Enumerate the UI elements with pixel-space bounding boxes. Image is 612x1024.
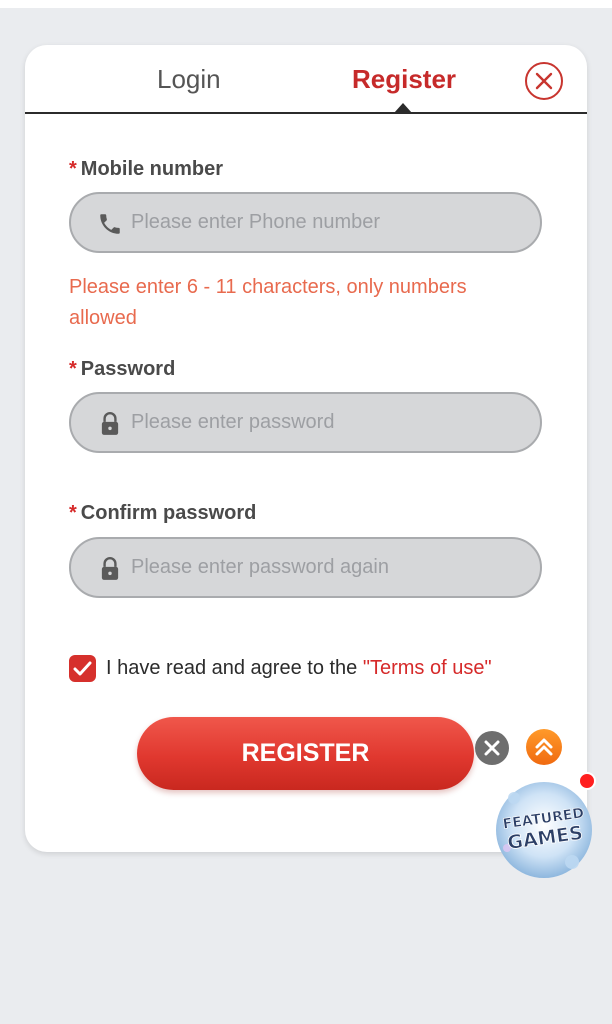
tab-register[interactable]: Register	[352, 64, 456, 94]
auth-tabs: Login Register	[25, 45, 587, 114]
close-icon	[484, 740, 500, 756]
active-tab-indicator	[394, 103, 412, 113]
agree-text: I have read and agree to the "Terms of u…	[106, 657, 492, 680]
agree-label: I have read and agree to the	[106, 657, 363, 679]
dismiss-float-button[interactable]	[475, 731, 509, 765]
required-marker: *	[69, 358, 77, 380]
featured-games-widget[interactable]: FEATURED GAMES	[492, 772, 596, 882]
tab-login[interactable]: Login	[157, 64, 221, 94]
close-button[interactable]	[525, 62, 563, 100]
lock-icon	[101, 412, 119, 435]
mobile-label: * Mobile number	[69, 158, 223, 181]
lock-icon	[101, 557, 119, 580]
password-field[interactable]	[69, 392, 542, 453]
required-marker: *	[69, 502, 77, 524]
agree-checkbox[interactable]	[69, 655, 96, 682]
required-marker: *	[69, 158, 77, 180]
confirm-password-label-text: Confirm password	[80, 502, 257, 524]
scroll-to-top-button[interactable]	[526, 729, 562, 765]
chevron-up-icon	[535, 738, 553, 756]
mobile-error-message: Please enter 6 - 11 characters, only num…	[69, 276, 467, 329]
featured-games-logo: FEATURED GAMES	[496, 782, 592, 878]
mobile-field[interactable]	[69, 192, 542, 253]
terms-of-use-link[interactable]: "Terms of use"	[363, 657, 492, 679]
register-button[interactable]: REGISTER	[137, 717, 474, 790]
top-strip	[0, 0, 612, 8]
register-modal: Login Register * Mobile number Please ent…	[25, 45, 587, 852]
password-label-text: Password	[80, 358, 176, 380]
mobile-label-text: Mobile number	[80, 158, 224, 180]
close-icon	[535, 72, 553, 90]
password-label: * Password	[69, 358, 175, 381]
confirm-password-field[interactable]	[69, 537, 542, 598]
confirm-password-input[interactable]	[131, 539, 521, 596]
checkmark-icon	[73, 661, 92, 676]
password-input[interactable]	[131, 394, 521, 451]
confirm-password-label: * Confirm password	[69, 502, 256, 525]
mobile-input[interactable]	[131, 194, 521, 251]
notification-dot	[578, 772, 596, 790]
phone-icon	[100, 214, 120, 234]
